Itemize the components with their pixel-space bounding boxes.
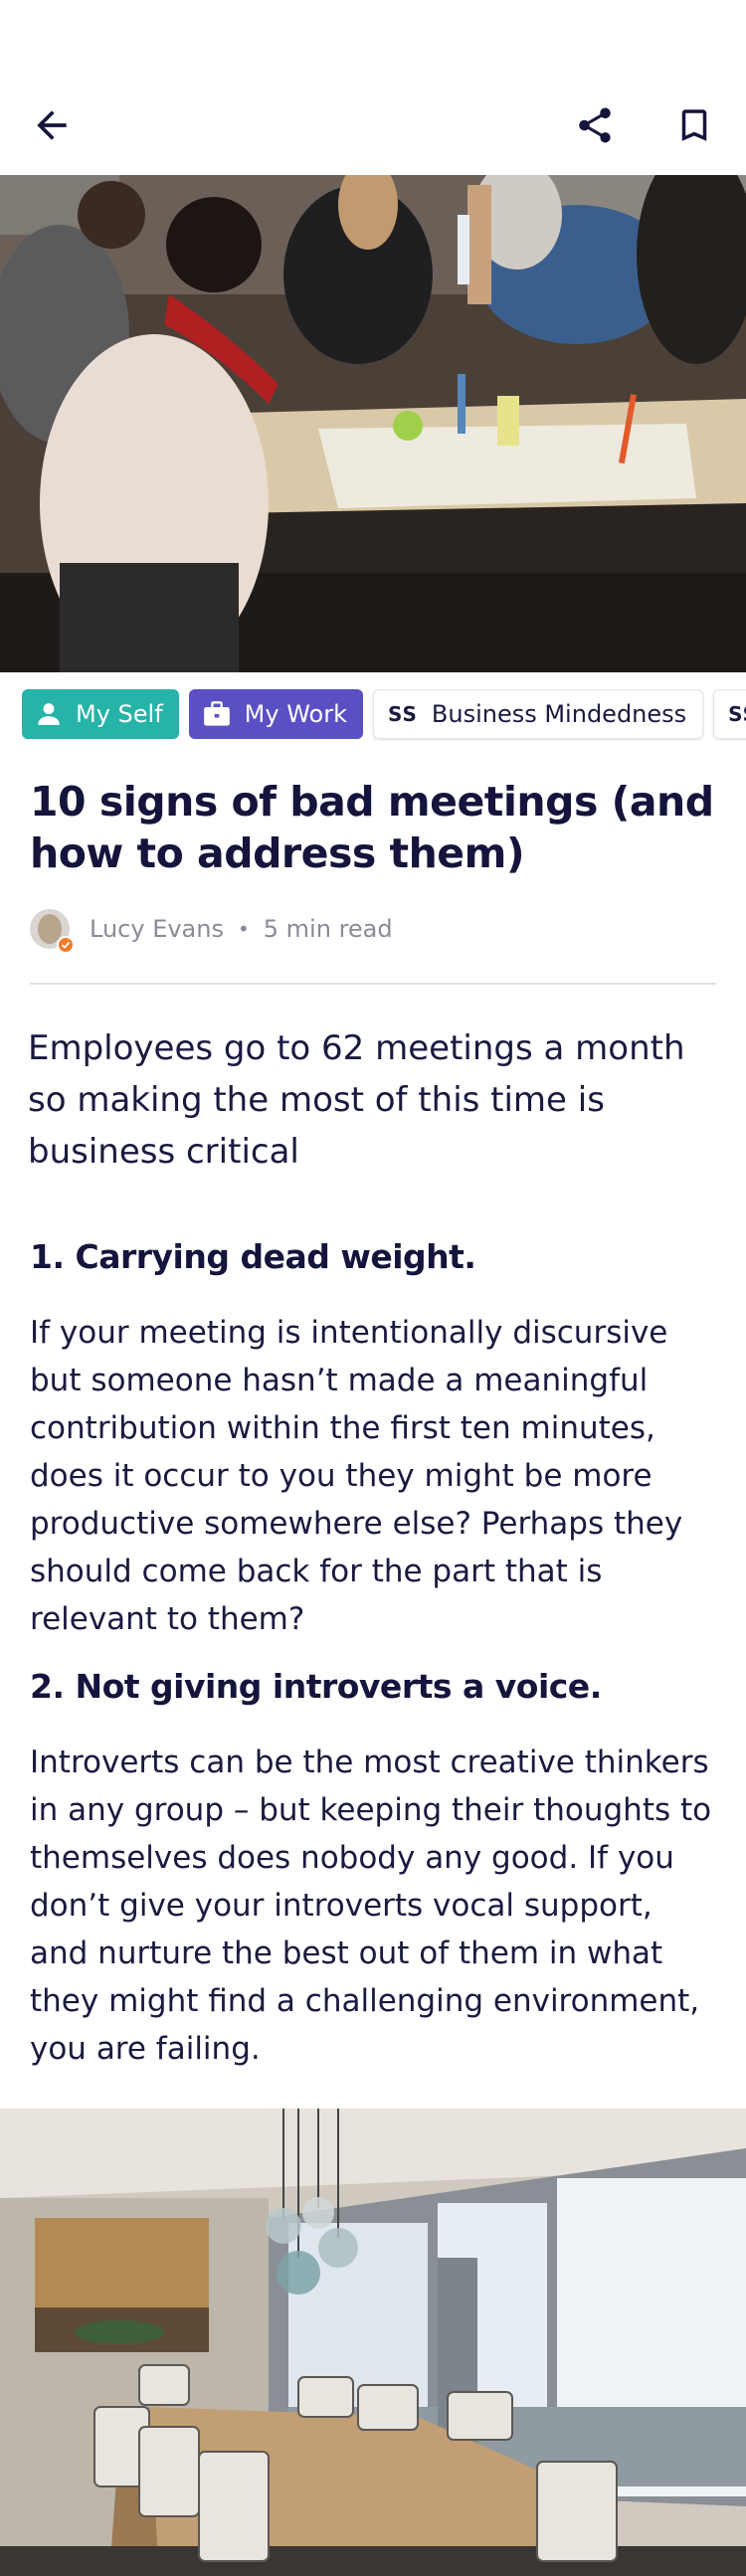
article-lede: Employees go to 62 meetings a month so m… bbox=[28, 1028, 685, 1172]
briefcase-icon bbox=[203, 701, 231, 727]
share-button[interactable] bbox=[567, 97, 623, 153]
author-name[interactable]: Lucy Evans bbox=[90, 915, 224, 943]
bookmark-button[interactable] bbox=[666, 97, 722, 153]
hero-image bbox=[0, 175, 746, 672]
bookmark-icon bbox=[681, 109, 707, 141]
app-header bbox=[0, 0, 746, 175]
author-avatar[interactable] bbox=[30, 909, 75, 954]
tag-my-self[interactable]: My Self bbox=[22, 689, 179, 739]
tag-my-work[interactable]: My Work bbox=[188, 689, 363, 739]
verified-badge-icon bbox=[57, 936, 75, 954]
tag-business-mindedness[interactable]: SS Business Mindedness bbox=[372, 689, 704, 739]
tag-partial[interactable]: SS bbox=[713, 689, 746, 739]
arrow-left-icon bbox=[37, 110, 67, 140]
conference-room-image bbox=[0, 2109, 746, 2576]
tag-prefix: SS bbox=[728, 702, 746, 726]
tag-label: Business Mindedness bbox=[431, 700, 687, 728]
section-body: If your meeting is intentionally discurs… bbox=[30, 1315, 683, 1637]
tag-list: My Self My Work SS Business Mindedness S… bbox=[22, 689, 746, 741]
tag-prefix: SS bbox=[387, 702, 418, 726]
section-heading: 1. Carrying dead weight. bbox=[30, 1237, 476, 1276]
read-time: 5 min read bbox=[263, 915, 393, 943]
meta-separator: • bbox=[237, 917, 250, 941]
share-icon bbox=[579, 107, 611, 143]
tag-label: My Work bbox=[244, 700, 347, 728]
divider bbox=[30, 983, 716, 985]
section-body: Introverts can be the most creative thin… bbox=[30, 1745, 712, 2067]
section-heading: 2. Not giving introverts a voice. bbox=[30, 1667, 602, 1706]
person-icon bbox=[36, 701, 62, 727]
article-meta: Lucy Evans • 5 min read bbox=[30, 907, 393, 954]
back-button[interactable] bbox=[24, 97, 80, 153]
article-title: 10 signs of bad meetings (and how to add… bbox=[30, 778, 714, 877]
tag-label: My Self bbox=[76, 700, 163, 728]
